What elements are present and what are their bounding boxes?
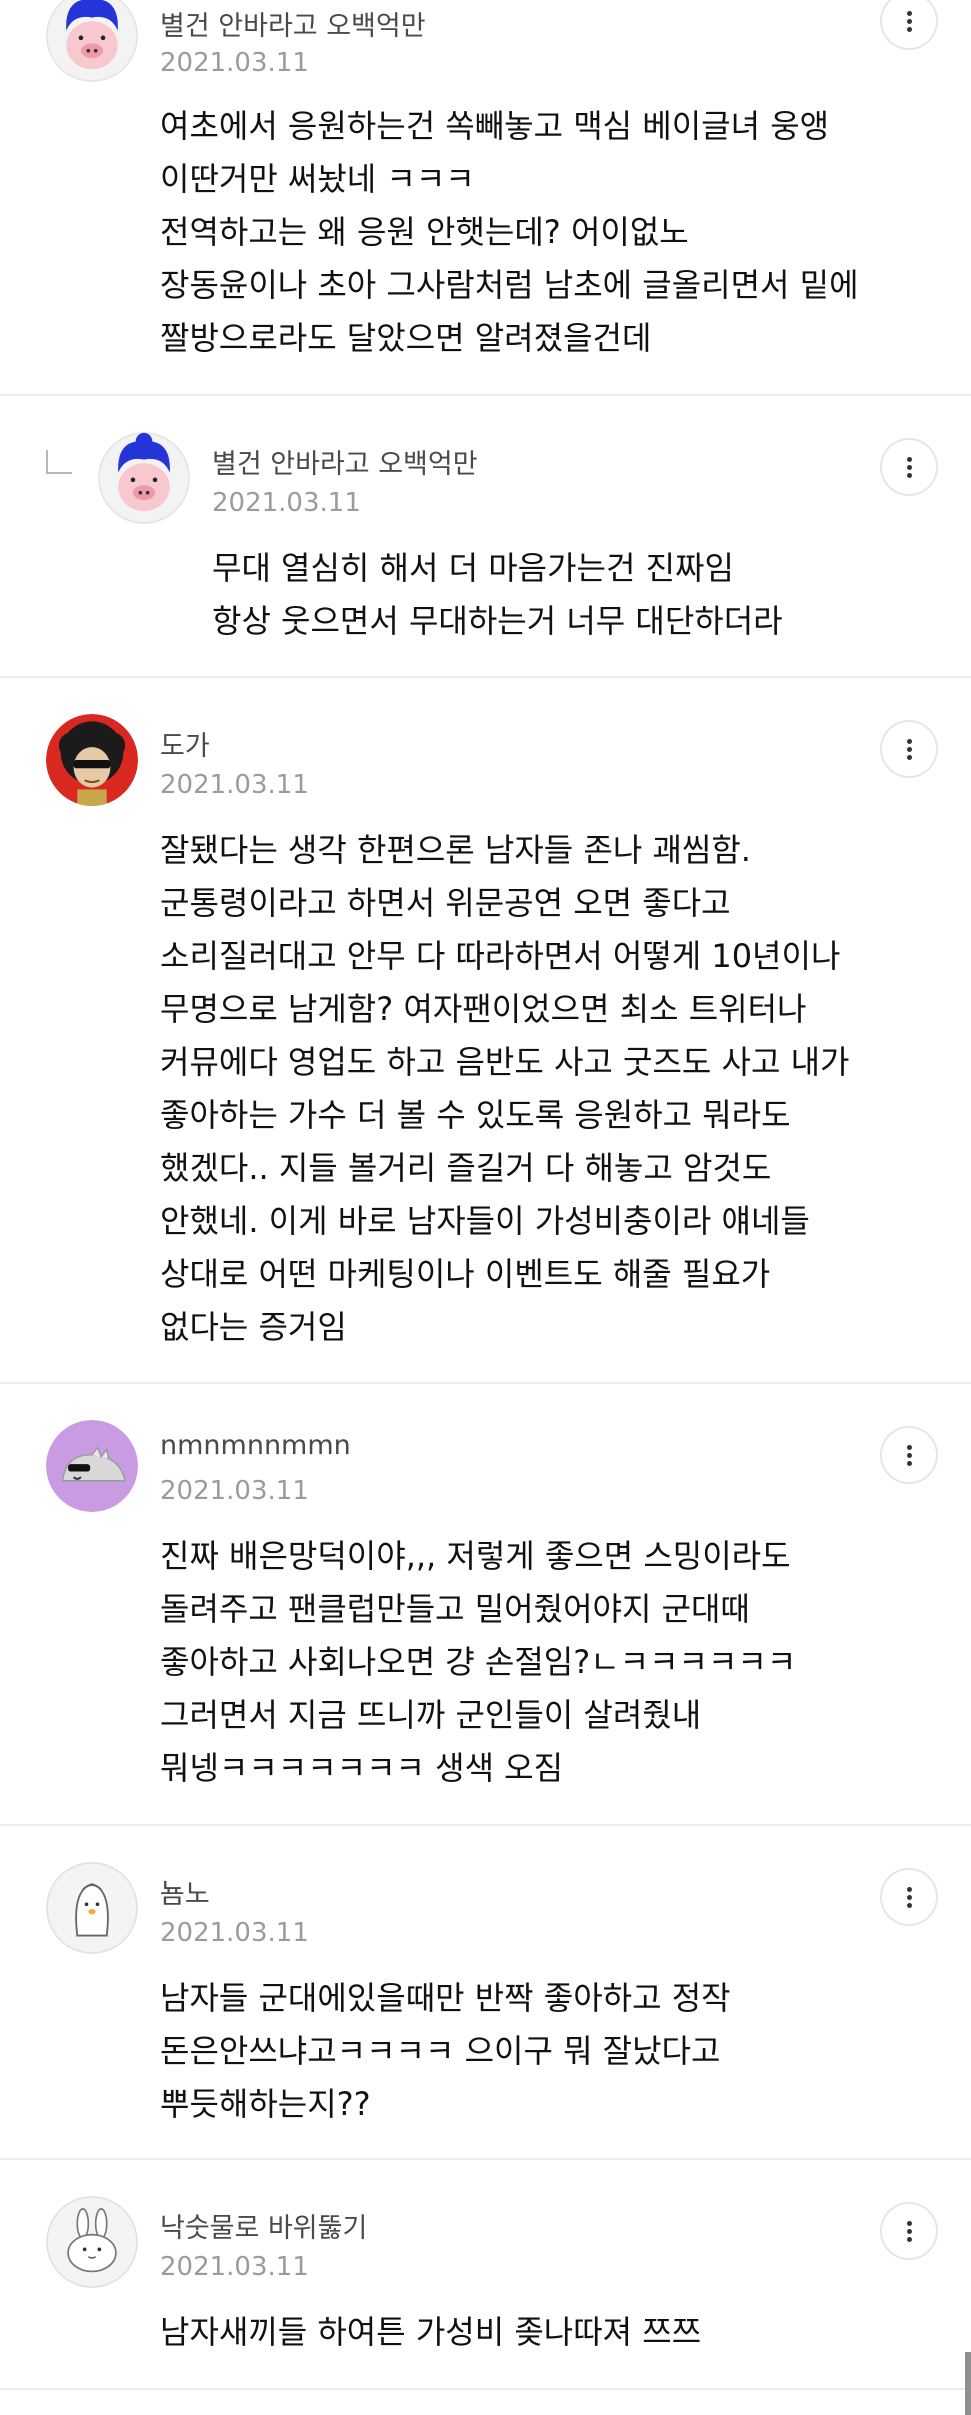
comment-date: 2021.03.11 <box>160 1476 309 1506</box>
comment-line: 그러면서 지금 뜨니까 군인들이 살려줬내 <box>160 1696 702 1734</box>
more-vertical-icon <box>907 1461 912 1466</box>
comment-line: 뭐넹ㅋㅋㅋㅋㅋㅋㅋ 생색 오짐 <box>160 1749 564 1787</box>
comment-body: 잘됐다는 생각 한편으론 남자들 존나 괘씸함. 군통령이라고 하면서 위문공연… <box>160 824 849 1354</box>
more-vertical-icon <box>907 2229 912 2234</box>
penguin-avatar[interactable] <box>46 1862 138 1954</box>
comment-body: 남자새끼들 하여튼 가성비 좆나따져 쯔쯔 <box>160 2306 701 2359</box>
scrollbar[interactable] <box>965 2352 971 2415</box>
more-vertical-icon <box>907 27 912 32</box>
reply-indent-icon <box>46 450 72 474</box>
more-vertical-icon <box>907 473 912 478</box>
more-vertical-icon <box>907 465 912 470</box>
comment-line: 군통령이라고 하면서 위문공연 오면 좋다고 <box>160 884 731 922</box>
more-options-button[interactable] <box>880 1426 938 1484</box>
comment-line: 했겠다.. 지들 볼거리 즐길거 다 해놓고 암것도 <box>160 1149 772 1187</box>
more-vertical-icon <box>907 1445 912 1450</box>
comment-line: 무대 열심히 해서 더 마음가는건 진짜임 <box>212 549 734 587</box>
more-options-button[interactable] <box>880 2202 938 2260</box>
reply-comment-item: 별건 안바라고 오백억만 2021.03.11 무대 열심히 해서 더 마음가는… <box>0 396 971 678</box>
comment-nickname[interactable]: nmnmnnmmn <box>160 1430 351 1461</box>
more-vertical-icon <box>907 11 912 16</box>
comment-date: 2021.03.11 <box>160 2252 309 2282</box>
comment-date: 2021.03.11 <box>160 770 309 800</box>
comment-line: 여초에서 응원하는건 쏙빼놓고 맥심 베이글녀 웅앵 <box>160 107 830 145</box>
comment-line: 좋아하고 사회나오면 걍 손절임?ㄴㅋㅋㅋㅋㅋㅋ <box>160 1643 797 1681</box>
more-vertical-icon <box>907 2221 912 2226</box>
comment-line: 진짜 배은망덕이야,,, 저렇게 좋으면 스밍이라도 <box>160 1537 791 1575</box>
more-vertical-icon <box>907 747 912 752</box>
more-vertical-icon <box>907 755 912 760</box>
rabbit-avatar[interactable] <box>46 2196 138 2288</box>
comment-body: 남자들 군대에있을때만 반짝 좋아하고 정작 돈은안쓰냐고ㅋㅋㅋㅋ 으이구 뭐 … <box>160 1972 731 2131</box>
comment-nickname[interactable]: 낙숫물로 바위뚫기 <box>160 2206 367 2245</box>
more-vertical-icon <box>907 1453 912 1458</box>
comment-nickname[interactable]: 별건 안바라고 오백억만 <box>212 442 478 481</box>
comment-body: 여초에서 응원하는건 쏙빼놓고 맥심 베이글녀 웅앵 이딴거만 써놨네 ㅋㅋㅋ … <box>160 100 859 365</box>
more-options-button[interactable] <box>880 0 938 50</box>
comment-body: 무대 열심히 해서 더 마음가는건 진짜임 항상 웃으면서 무대하는거 너무 대… <box>212 542 783 648</box>
comment-line: 이딴거만 써놨네 ㅋㅋㅋ <box>160 160 475 198</box>
comment-nickname[interactable]: 별건 안바라고 오백억만 <box>160 4 426 43</box>
comment-line: 돈은안쓰냐고ㅋㅋㅋㅋ 으이구 뭐 잘났다고 <box>160 2032 721 2070</box>
more-options-button[interactable] <box>880 720 938 778</box>
comment-line: 남자새끼들 하여튼 가성비 좆나따져 쯔쯔 <box>160 2313 702 2351</box>
more-vertical-icon <box>907 1887 912 1892</box>
blue-hair-pig-avatar[interactable] <box>46 0 138 82</box>
more-vertical-icon <box>907 1895 912 1900</box>
comment-item: 낙숫물로 바위뚫기 2021.03.11 남자새끼들 하여튼 가성비 좆나따져 … <box>0 2160 971 2390</box>
comment-item: 뇸노 2021.03.11 남자들 군대에있을때만 반짝 좋아하고 정작 돈은안… <box>0 1826 971 2160</box>
comment-line: 항상 웃으면서 무대하는거 너무 대단하더라 <box>212 602 783 640</box>
more-options-button[interactable] <box>880 1868 938 1926</box>
comment-item: 별건 안바라고 오백억만 2021.03.11 여초에서 응원하는건 쏙빼놓고 … <box>0 0 971 396</box>
more-vertical-icon <box>907 19 912 24</box>
comment-line: 무명으로 남게함? 여자팬이었으면 최소 트위터나 <box>160 990 807 1028</box>
comment-line: 소리질러대고 안무 다 따라하면서 어떻게 10년이나 <box>160 937 841 975</box>
comment-line: 상대로 어떤 마케팅이나 이벤트도 해줄 필요가 <box>160 1255 771 1293</box>
more-vertical-icon <box>907 2237 912 2242</box>
more-vertical-icon <box>907 739 912 744</box>
comment-date: 2021.03.11 <box>212 488 361 518</box>
blue-hair-pig-avatar[interactable] <box>98 432 190 524</box>
more-vertical-icon <box>907 1903 912 1908</box>
comment-date: 2021.03.11 <box>160 48 309 78</box>
comment-line: 잘됐다는 생각 한편으론 남자들 존나 괘씸함. <box>160 831 751 869</box>
comment-line: 커뮤에다 영업도 하고 음반도 사고 굿즈도 사고 내가 <box>160 1043 850 1081</box>
comment-line: 짤방으로라도 달았으면 알려졌을건데 <box>160 319 652 357</box>
more-options-button[interactable] <box>880 438 938 496</box>
comment-line: 없다는 증거임 <box>160 1308 347 1346</box>
comment-line: 전역하고는 왜 응원 안햇는데? 어이없노 <box>160 213 689 251</box>
comment-line: 장동윤이나 초아 그사람처럼 남초에 글올리면서 밑에 <box>160 266 859 304</box>
comment-line: 뿌듯해하는지?? <box>160 2085 371 2123</box>
comment-nickname[interactable]: 뇸노 <box>160 1872 210 1911</box>
comment-line: 안했네. 이게 바로 남자들이 가성비충이라 얘네들 <box>160 1202 810 1240</box>
comment-nickname[interactable]: 도가 <box>160 724 210 763</box>
comment-item: nmnmnnmmn 2021.03.11 진짜 배은망덕이야,,, 저렇게 좋으… <box>0 1384 971 1826</box>
purple-creature-avatar[interactable] <box>46 1420 138 1512</box>
comment-date: 2021.03.11 <box>160 1918 309 1948</box>
comment-line: 남자들 군대에있을때만 반짝 좋아하고 정작 <box>160 1979 731 2017</box>
comment-line: 좋아하는 가수 더 볼 수 있도록 응원하고 뭐라도 <box>160 1096 791 1134</box>
more-vertical-icon <box>907 457 912 462</box>
comment-body: 진짜 배은망덕이야,,, 저렇게 좋으면 스밍이라도 돌려주고 팬클럽만들고 밀… <box>160 1530 796 1795</box>
comment-line: 돌려주고 팬클럽만들고 밀어줬어야지 군대때 <box>160 1590 750 1628</box>
afro-sunglasses-avatar[interactable] <box>46 714 138 806</box>
comment-item: 도가 2021.03.11 잘됐다는 생각 한편으론 남자들 존나 괘씸함. 군… <box>0 678 971 1384</box>
